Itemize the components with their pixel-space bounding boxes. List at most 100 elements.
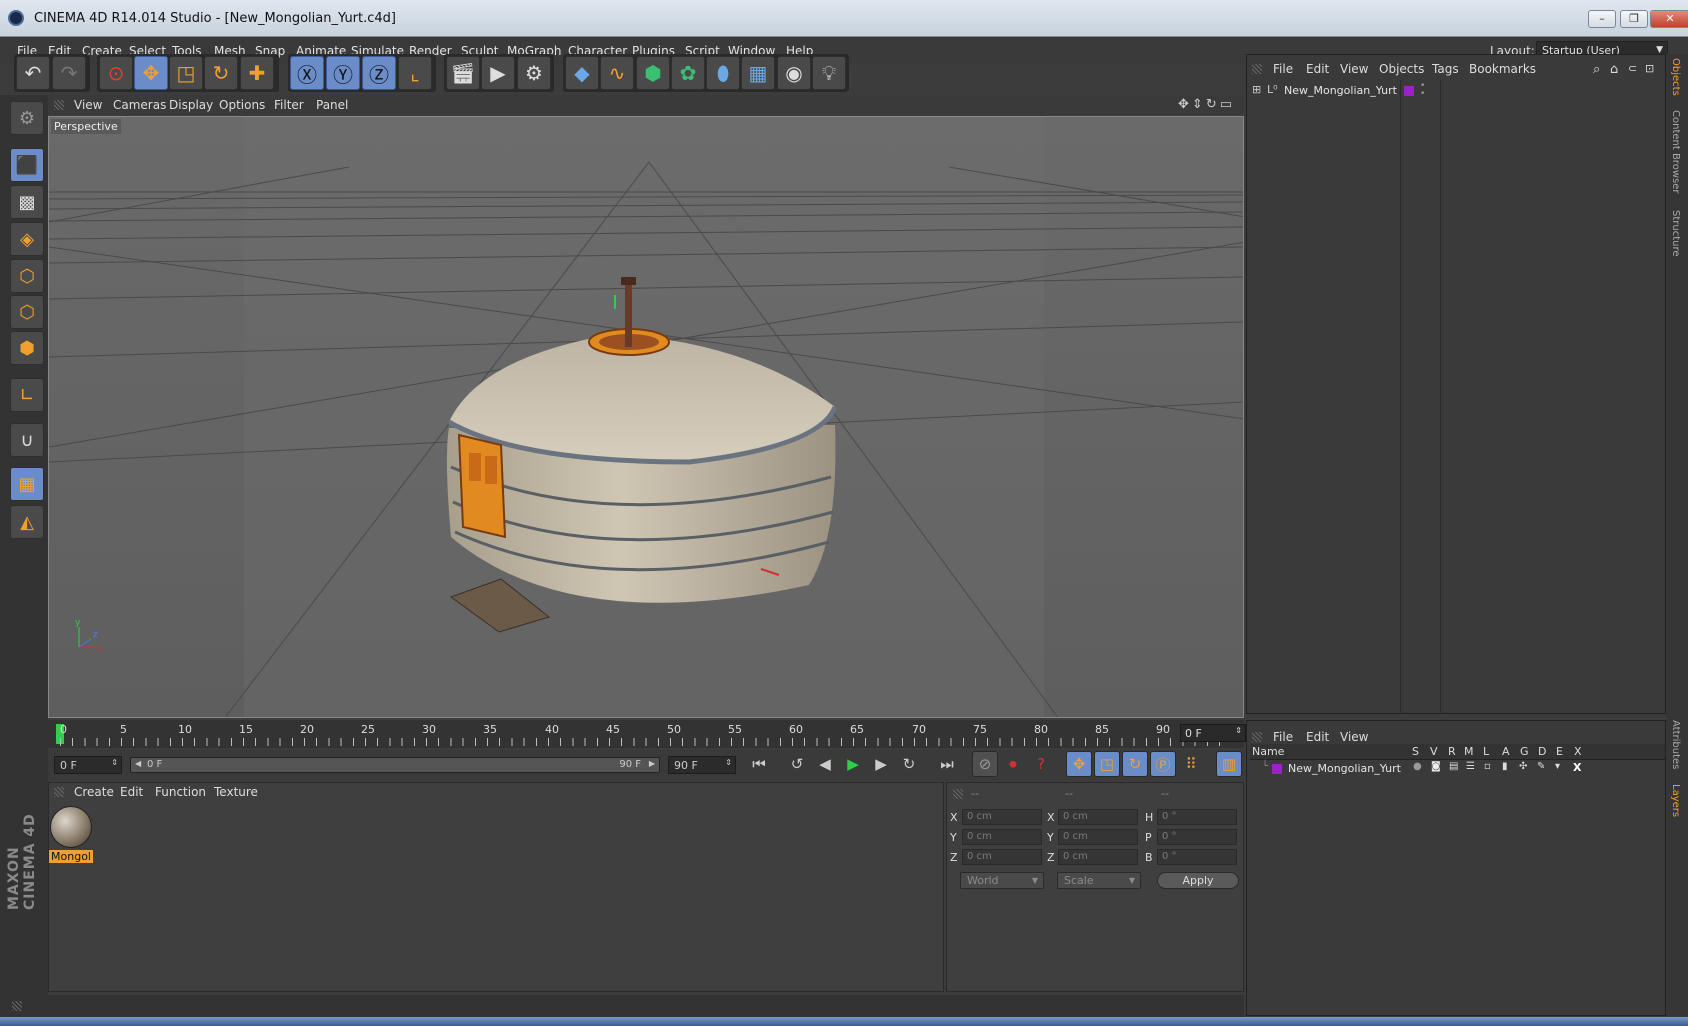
solo-icon[interactable]: ● xyxy=(1413,761,1422,772)
apply-button[interactable]: Apply xyxy=(1157,872,1239,889)
x-axis-lock-button[interactable]: Ⓧ xyxy=(290,56,324,90)
viewport-camera-label[interactable]: Perspective xyxy=(51,119,121,134)
render-clapper-icon[interactable]: ▤ xyxy=(1449,761,1458,772)
move-tool-button[interactable]: ✥ xyxy=(134,56,168,90)
col-manager[interactable]: M xyxy=(1464,745,1474,758)
eye-icon[interactable]: ◙ xyxy=(1431,761,1441,772)
perspective-viewport[interactable]: y x z Perspective xyxy=(48,116,1244,718)
next-frame-button[interactable]: ▶ xyxy=(868,751,894,777)
key-pla-button[interactable]: ⠿ xyxy=(1178,751,1204,777)
recent-tools-button[interactable]: ✚ xyxy=(240,56,274,90)
render-picture-viewer-button[interactable]: ▶ xyxy=(481,56,515,90)
xref-icon[interactable]: X xyxy=(1573,761,1581,774)
edges-mode-button[interactable]: ⬡ xyxy=(10,295,44,329)
key-rotation-button[interactable]: ↻ xyxy=(1122,751,1148,777)
position-z-field[interactable]: 0 cm xyxy=(962,849,1042,865)
timeline-ruler[interactable]: 0 5 10 15 20 25 30 35 40 45 50 55 60 65 … xyxy=(48,720,1244,748)
obj-menu-objects[interactable]: Objects xyxy=(1379,62,1424,76)
coordinate-mode-dropdown[interactable]: World ▼ xyxy=(960,872,1044,889)
col-expressions[interactable]: E xyxy=(1556,745,1563,758)
move-view-icon[interactable]: ✥ xyxy=(1178,97,1192,112)
col-deformers[interactable]: D xyxy=(1538,745,1546,758)
previous-key-button[interactable]: ↺ xyxy=(784,751,810,777)
generator-icon[interactable]: ✣ xyxy=(1519,761,1527,772)
size-x-field[interactable]: 0 cm xyxy=(1058,809,1138,825)
col-locked[interactable]: L xyxy=(1483,745,1489,758)
workplane-mode-button[interactable]: ◈ xyxy=(10,222,44,256)
undo-button[interactable]: ↶ xyxy=(16,56,50,90)
home-icon[interactable]: ⌂ xyxy=(1610,62,1618,77)
vp-menu-filter[interactable]: Filter xyxy=(274,98,304,112)
stepper-icon[interactable]: ⇕ xyxy=(111,758,118,767)
material-label[interactable]: Mongol xyxy=(49,850,93,863)
vp-menu-view[interactable]: View xyxy=(74,98,102,112)
stepper-icon[interactable]: ⇕ xyxy=(1235,726,1242,735)
coordinate-system-button[interactable]: ⌞ xyxy=(398,56,432,90)
play-button[interactable]: ▶ xyxy=(840,751,866,777)
restore-button[interactable]: ❐ xyxy=(1620,10,1648,28)
material-preview[interactable] xyxy=(50,806,92,848)
previous-frame-button[interactable]: ◀ xyxy=(812,751,838,777)
rotate-tool-button[interactable]: ↻ xyxy=(204,56,238,90)
layer-menu-file[interactable]: File xyxy=(1273,730,1293,744)
zoom-view-icon[interactable]: ⇕ xyxy=(1192,97,1206,112)
col-generators[interactable]: G xyxy=(1520,745,1529,758)
autokey-button[interactable]: ⏺ xyxy=(1000,751,1026,777)
start-frame-field[interactable]: 0 F ⇕ xyxy=(54,756,122,774)
rotation-p-field[interactable]: 0 ° xyxy=(1157,829,1237,845)
close-button[interactable]: ✕ xyxy=(1650,10,1688,28)
render-settings-button[interactable]: ⚙ xyxy=(517,56,551,90)
slider-left-arrow-icon[interactable]: ◀ xyxy=(135,759,141,768)
timeline-toggle-button[interactable]: ▥ xyxy=(1216,751,1242,777)
expression-icon[interactable]: ▾ xyxy=(1555,761,1560,772)
rotate-view-icon[interactable]: ↻ xyxy=(1206,97,1220,112)
camera-button[interactable]: ◉ xyxy=(777,56,811,90)
obj-menu-edit[interactable]: Edit xyxy=(1306,62,1329,76)
position-y-field[interactable]: 0 cm xyxy=(962,829,1042,845)
panel-grip-icon[interactable] xyxy=(12,1001,22,1011)
deformer-button[interactable]: ⬮ xyxy=(706,56,740,90)
slider-right-arrow-icon[interactable]: ▶ xyxy=(649,759,655,768)
nurbs-button[interactable]: ⬢ xyxy=(636,56,670,90)
key-parameter-button[interactable]: Ⓟ xyxy=(1150,751,1176,777)
vp-menu-options[interactable]: Options xyxy=(219,98,265,112)
vp-menu-panel[interactable]: Panel xyxy=(316,98,348,112)
vp-menu-display[interactable]: Display xyxy=(169,98,213,112)
tab-attributes[interactable]: Attributes xyxy=(1670,720,1681,769)
go-to-end-button[interactable]: ⏭ xyxy=(934,751,960,777)
lock-icon[interactable]: ▫ xyxy=(1484,761,1491,772)
col-render[interactable]: R xyxy=(1448,745,1456,758)
end-frame-field[interactable]: 90 F ⇕ xyxy=(668,756,736,774)
rotation-h-field[interactable]: 0 ° xyxy=(1157,809,1237,825)
layer-color-swatch[interactable] xyxy=(1404,86,1414,96)
col-xref[interactable]: X xyxy=(1574,745,1582,758)
layer-name[interactable]: New_Mongolian_Yurt xyxy=(1288,762,1401,775)
new-panel-icon[interactable]: ⊡ xyxy=(1645,62,1654,75)
maximize-view-icon[interactable]: ▭ xyxy=(1220,97,1235,112)
minimize-button[interactable]: – xyxy=(1588,10,1616,28)
polygons-mode-button[interactable]: ⬢ xyxy=(10,331,44,365)
col-solo[interactable]: S xyxy=(1412,745,1419,758)
go-to-start-button[interactable]: ⏮ xyxy=(746,751,772,777)
key-scale-button[interactable]: ◳ xyxy=(1094,751,1120,777)
panel-grip-icon[interactable] xyxy=(54,100,64,110)
layer-menu-view[interactable]: View xyxy=(1340,730,1368,744)
axis-mode-button[interactable]: ∟ xyxy=(10,378,44,412)
layer-row[interactable]: └ New_Mongolian_Yurt ● ◙ ▤ ☰ ▫ ▮ ✣ ✎ ▾ X xyxy=(1250,761,1665,777)
floor-button[interactable]: ▦ xyxy=(741,56,775,90)
tweak-mode-button[interactable]: ∪ xyxy=(10,423,44,457)
animation-icon[interactable]: ▮ xyxy=(1502,761,1508,772)
points-mode-button[interactable]: ⬡ xyxy=(10,259,44,293)
scale-tool-button[interactable]: ◳ xyxy=(169,56,203,90)
size-z-field[interactable]: 0 cm xyxy=(1058,849,1138,865)
col-animation[interactable]: A xyxy=(1502,745,1510,758)
panel-grip-icon[interactable] xyxy=(953,789,963,799)
key-position-button[interactable]: ✥ xyxy=(1066,751,1092,777)
record-active-button[interactable]: ⊘ xyxy=(972,751,998,777)
size-y-field[interactable]: 0 cm xyxy=(1058,829,1138,845)
make-editable-button[interactable]: ⚙ xyxy=(10,101,44,135)
col-name[interactable]: Name xyxy=(1252,745,1284,758)
render-view-button[interactable]: 🎬︎ xyxy=(446,56,480,90)
snap-button[interactable]: ▦ xyxy=(10,467,44,501)
tab-layers[interactable]: Layers xyxy=(1670,784,1681,817)
